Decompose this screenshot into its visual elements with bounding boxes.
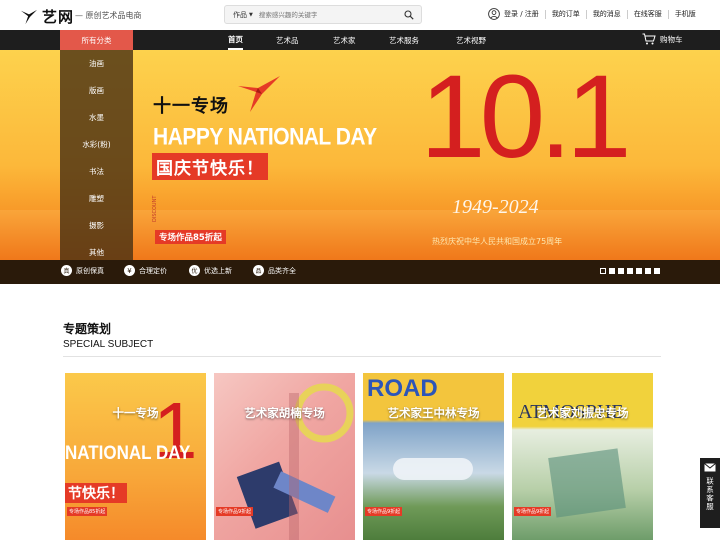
card-art-banner: 节快乐！ (65, 483, 127, 503)
card-tag: 专场作品9折起 (514, 507, 552, 516)
feature-categories: 品 品类齐全 (253, 265, 296, 276)
banner-dot[interactable] (609, 268, 615, 274)
category-ink-wash[interactable]: 水墨 (60, 104, 133, 131)
category-oil-painting[interactable]: 油画 (60, 50, 133, 77)
all-categories-button[interactable]: 所有分类 (60, 30, 133, 50)
caret-down-icon: ▼ (249, 11, 253, 18)
paper-bird-icon (238, 76, 280, 112)
card-art-text: ROAD (367, 375, 438, 402)
banner-years: 1949-2024 (452, 196, 539, 218)
select-icon: 优 (189, 265, 200, 276)
yen-icon: ¥ (124, 265, 135, 276)
nav-art-services[interactable]: 艺术服务 (389, 30, 419, 50)
feature-label: 合理定价 (139, 266, 167, 275)
contact-service-button[interactable]: 联系客服 (700, 458, 720, 528)
section-subtitle: SPECIAL SUBJECT (63, 339, 154, 350)
mobile-version-link[interactable]: 手机版 (675, 9, 696, 19)
feature-new: 优 优选上新 (189, 265, 232, 276)
mail-icon (704, 463, 716, 472)
section-title: 专题策划 (63, 322, 112, 336)
site-slogan: — 原创艺术品电商 (75, 11, 142, 20)
search-type-label: 作品 (233, 10, 247, 19)
banner-dot[interactable] (627, 268, 633, 274)
card-title: 艺术家王中林专场 (387, 406, 480, 420)
category-printmaking[interactable]: 版画 (60, 77, 133, 104)
category-menu: 油画 版画 水墨 水彩(粉) 书法 雕塑 摄影 其他 (60, 50, 133, 260)
card-title: 艺术家胡楠专场 (244, 406, 325, 420)
nav-home[interactable]: 首页 (228, 30, 243, 50)
category-photography[interactable]: 摄影 (60, 212, 133, 239)
top-bar: 艺网 — 原创艺术品电商 作品 ▼ 登录 / 注册 我的订单 我的消息 在线客服… (0, 0, 720, 30)
bird-logo-icon (21, 9, 37, 24)
divider (626, 9, 628, 19)
banner-dot[interactable] (654, 268, 660, 274)
feature-label: 品类齐全 (268, 266, 296, 275)
main-nav: 所有分类 首页 艺术品 艺术家 艺术服务 艺术视野 购物车 (0, 30, 720, 50)
banner-anniversary: 热烈庆祝中华人民共和国成立75周年 (432, 237, 563, 246)
section-divider (63, 356, 661, 357)
genuine-icon: 真 (61, 265, 72, 276)
cart-icon (642, 33, 656, 45)
banner-promo: 专场作品85折起 (155, 230, 226, 244)
banner-date: 10.1 (420, 51, 632, 183)
card-art-cloud (393, 458, 473, 480)
category-watercolor[interactable]: 水彩(粉) (60, 131, 133, 158)
search-type-select[interactable]: 作品 ▼ (225, 10, 259, 20)
discount-tag: DISCOUNT (152, 195, 158, 222)
card-title: 艺术家刘振忠专场 (536, 406, 629, 420)
banner-pagination (600, 268, 660, 274)
online-service-link[interactable]: 在线客服 (634, 9, 662, 19)
special-card-wang-zhonglin[interactable]: ROAD 艺术家王中林专场 专场作品9折起 (363, 373, 504, 540)
card-tag: 专场作品9折起 (216, 507, 254, 516)
login-register-link[interactable]: 登录 / 注册 (504, 9, 539, 19)
user-icon (488, 8, 500, 20)
my-orders-link[interactable]: 我的订单 (552, 9, 580, 19)
special-card-liu-zhenzhong[interactable]: ATMOSPHE 艺术家刘振忠专场 专场作品9折起 (512, 373, 653, 540)
banner-dot[interactable] (600, 268, 606, 274)
divider (544, 9, 546, 19)
logo-text: 艺网 (42, 8, 75, 26)
banner-dot[interactable] (636, 268, 642, 274)
site-logo[interactable]: 艺网 (20, 6, 74, 27)
banner-festival-text: 国庆节快乐！ (152, 153, 268, 180)
feature-label: 优选上新 (204, 266, 232, 275)
card-art-text: NATIONAL DAY (65, 441, 191, 464)
feature-label: 原创保真 (76, 266, 104, 275)
nav-artists[interactable]: 艺术家 (333, 30, 356, 50)
special-card-hu-nan[interactable]: 艺术家胡楠专场 专场作品9折起 (214, 373, 355, 540)
banner-title: 十一专场 (153, 96, 229, 117)
banner-dot[interactable] (645, 268, 651, 274)
divider (667, 9, 669, 19)
user-links: 登录 / 注册 我的订单 我的消息 在线客服 手机版 (488, 8, 696, 20)
search-input[interactable] (258, 10, 391, 19)
cart-link[interactable]: 购物车 (642, 33, 683, 45)
category-calligraphy[interactable]: 书法 (60, 158, 133, 185)
feature-pricing: ¥ 合理定价 (124, 265, 167, 276)
search-bar: 作品 ▼ (224, 5, 422, 24)
my-messages-link[interactable]: 我的消息 (593, 9, 621, 19)
feature-genuine: 真 原创保真 (61, 265, 104, 276)
search-icon (404, 9, 414, 20)
card-art-brush (548, 448, 626, 518)
search-button[interactable] (401, 7, 417, 23)
category-sculpture[interactable]: 雕塑 (60, 185, 133, 212)
contact-label: 联系客服 (705, 477, 715, 511)
category-icon: 品 (253, 265, 264, 276)
banner-dot[interactable] (618, 268, 624, 274)
divider (585, 9, 587, 19)
cart-label: 购物车 (660, 34, 683, 44)
card-tag: 专场作品9折起 (365, 507, 403, 516)
banner-english-title: HAPPY NATIONAL DAY (153, 124, 377, 151)
nav-artworks[interactable]: 艺术品 (276, 30, 299, 50)
card-title: 十一专场 (112, 406, 159, 420)
nav-art-vision[interactable]: 艺术视野 (456, 30, 486, 50)
card-tag: 专场作品85折起 (67, 507, 108, 516)
special-card-national-day[interactable]: 1 NATIONAL DAY 节快乐！ 十一专场 专场作品85折起 (65, 373, 206, 540)
